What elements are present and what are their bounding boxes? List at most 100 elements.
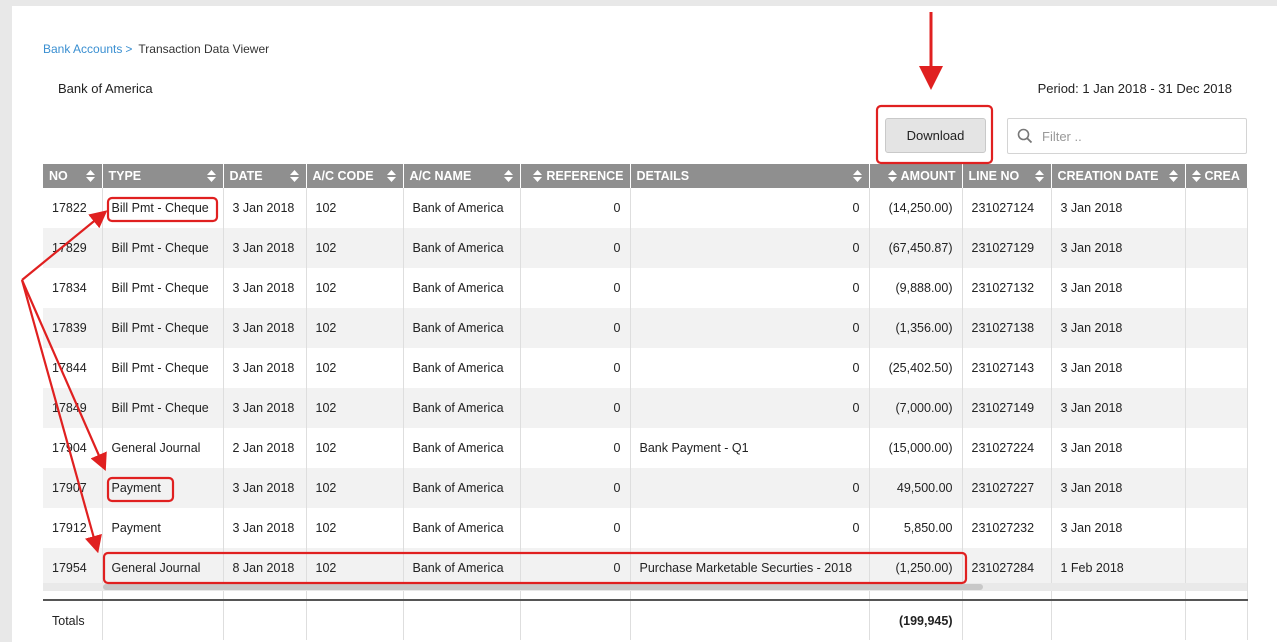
- cell-date: 3 Jan 2018: [223, 308, 307, 348]
- cell-details: 0: [630, 188, 870, 228]
- table-row[interactable]: 17839 Bill Pmt - Cheque 3 Jan 2018 102 Bank …: [43, 308, 1248, 348]
- cell-ref: 0: [520, 428, 631, 468]
- cell-date: 3 Jan 2018: [223, 348, 307, 388]
- cell-amount: (9,888.00): [869, 268, 963, 308]
- table-row[interactable]: 17844 Bill Pmt - Cheque 3 Jan 2018 102 Bank …: [43, 348, 1248, 388]
- column-header-a-c-code[interactable]: A/C CODE: [306, 164, 404, 188]
- filter-input[interactable]: [1042, 128, 1232, 144]
- cell-ref: 0: [520, 548, 631, 588]
- cell-name: Bank of America: [403, 228, 521, 268]
- cell-type: General Journal: [102, 548, 224, 588]
- table-row[interactable]: 17907 Payment 3 Jan 2018 102 Bank of America…: [43, 468, 1248, 508]
- sort-icon[interactable]: [1034, 170, 1044, 182]
- cell-created: 3 Jan 2018: [1051, 508, 1186, 548]
- column-header-date[interactable]: DATE: [223, 164, 307, 188]
- cell-no: 17849: [43, 388, 103, 428]
- totals-empty-cell: [306, 599, 404, 640]
- cell-code: 102: [306, 188, 404, 228]
- sort-icon[interactable]: [533, 170, 543, 182]
- totals-row: Totals (199,945): [43, 599, 1248, 640]
- cell-ref: 0: [520, 348, 631, 388]
- cell-type: Payment: [102, 508, 224, 548]
- sort-icon[interactable]: [386, 170, 396, 182]
- column-header-creation-date[interactable]: CREATION DATE: [1051, 164, 1186, 188]
- column-header-line-no[interactable]: LINE NO: [962, 164, 1052, 188]
- cell-details: 0: [630, 508, 870, 548]
- cell-amount: (15,000.00): [869, 428, 963, 468]
- cell-ref: 0: [520, 268, 631, 308]
- cell-date: 3 Jan 2018: [223, 388, 307, 428]
- totals-empty-cell: [1185, 599, 1248, 640]
- column-header-crea[interactable]: CREA: [1185, 164, 1248, 188]
- cell-type: Bill Pmt - Cheque: [102, 388, 224, 428]
- sort-icon[interactable]: [206, 170, 216, 182]
- breadcrumb: Bank Accounts > Transaction Data Viewer: [43, 42, 269, 56]
- cell-no: 17844: [43, 348, 103, 388]
- sort-icon[interactable]: [503, 170, 513, 182]
- cell-details: 0: [630, 468, 870, 508]
- cell-code: 102: [306, 268, 404, 308]
- cell-date: 3 Jan 2018: [223, 508, 307, 548]
- column-header-label: CREA: [1204, 169, 1240, 183]
- cell-line: 231027143: [962, 348, 1052, 388]
- download-button[interactable]: Download: [885, 118, 986, 153]
- column-header-label: DETAILS: [636, 169, 690, 183]
- cell-line: 231027138: [962, 308, 1052, 348]
- sort-icon[interactable]: [85, 170, 95, 182]
- column-header-label: DATE: [229, 169, 263, 183]
- horizontal-scrollbar[interactable]: [43, 583, 1247, 591]
- cell-amount: (7,000.00): [869, 388, 963, 428]
- table-row[interactable]: 17904 General Journal 2 Jan 2018 102 Bank of…: [43, 428, 1248, 468]
- breadcrumb-bank-accounts-link[interactable]: Bank Accounts: [43, 42, 122, 56]
- column-header-label: LINE NO: [968, 169, 1020, 183]
- cell-details: 0: [630, 388, 870, 428]
- cell-ref: 0: [520, 188, 631, 228]
- column-header-a-c-name[interactable]: A/C NAME: [403, 164, 521, 188]
- sort-icon[interactable]: [1168, 170, 1178, 182]
- totals-empty-cell: [403, 599, 521, 640]
- cell-type: Bill Pmt - Cheque: [102, 348, 224, 388]
- cell-ref: 0: [520, 228, 631, 268]
- column-header-details[interactable]: DETAILS: [630, 164, 870, 188]
- cell-details: 0: [630, 228, 870, 268]
- transactions-table: NO TYPE DATE A/C CODE A/C NAME REFERENCE DETAI…: [43, 164, 1248, 640]
- filter-box[interactable]: [1007, 118, 1247, 154]
- cell-line: 231027232: [962, 508, 1052, 548]
- cell-type: Payment: [102, 468, 224, 508]
- cell-crea: [1185, 428, 1248, 468]
- bank-name: Bank of America: [58, 81, 153, 96]
- column-header-reference[interactable]: REFERENCE: [520, 164, 631, 188]
- sort-icon[interactable]: [887, 170, 897, 182]
- table-row[interactable]: 17822 Bill Pmt - Cheque 3 Jan 2018 102 Bank …: [43, 188, 1248, 228]
- sort-icon[interactable]: [1191, 170, 1201, 182]
- scrollbar-thumb[interactable]: [103, 584, 983, 590]
- totals-empty-cell: [1051, 599, 1186, 640]
- column-header-amount[interactable]: AMOUNT: [869, 164, 963, 188]
- column-header-type[interactable]: TYPE: [102, 164, 224, 188]
- cell-date: 3 Jan 2018: [223, 228, 307, 268]
- sort-icon[interactable]: [852, 170, 862, 182]
- cell-created: 3 Jan 2018: [1051, 308, 1186, 348]
- cell-no: 17829: [43, 228, 103, 268]
- table-row[interactable]: 17849 Bill Pmt - Cheque 3 Jan 2018 102 Bank …: [43, 388, 1248, 428]
- cell-no: 17954: [43, 548, 103, 588]
- column-header-label: A/C CODE: [312, 169, 374, 183]
- cell-code: 102: [306, 388, 404, 428]
- cell-type: Bill Pmt - Cheque: [102, 228, 224, 268]
- cell-name: Bank of America: [403, 268, 521, 308]
- table-row[interactable]: 17954 General Journal 8 Jan 2018 102 Bank of…: [43, 548, 1248, 588]
- cell-code: 102: [306, 308, 404, 348]
- cell-no: 17839: [43, 308, 103, 348]
- table-row[interactable]: 17829 Bill Pmt - Cheque 3 Jan 2018 102 Bank …: [43, 228, 1248, 268]
- cell-name: Bank of America: [403, 348, 521, 388]
- table-row[interactable]: 17834 Bill Pmt - Cheque 3 Jan 2018 102 Bank …: [43, 268, 1248, 308]
- cell-date: 2 Jan 2018: [223, 428, 307, 468]
- column-header-no[interactable]: NO: [43, 164, 103, 188]
- table-row[interactable]: 17912 Payment 3 Jan 2018 102 Bank of America…: [43, 508, 1248, 548]
- cell-no: 17912: [43, 508, 103, 548]
- cell-crea: [1185, 308, 1248, 348]
- cell-details: Purchase Marketable Securties - 2018: [630, 548, 870, 588]
- sort-icon[interactable]: [289, 170, 299, 182]
- cell-line: 231027124: [962, 188, 1052, 228]
- totals-empty-cell: [630, 599, 870, 640]
